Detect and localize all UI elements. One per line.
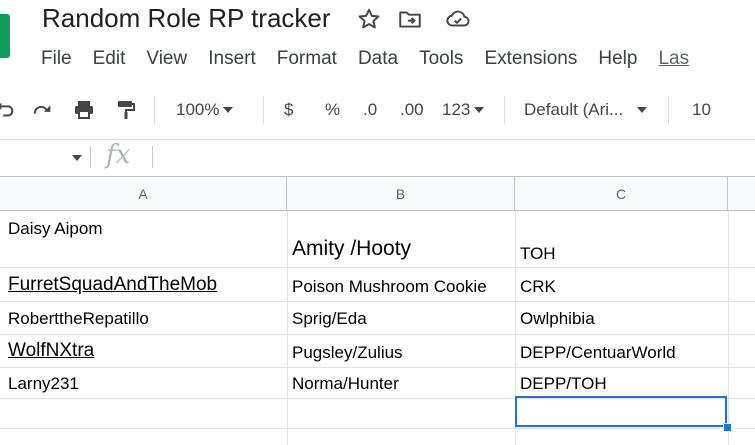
cell-a1[interactable]: Daisy Aipom bbox=[8, 219, 284, 239]
chevron-down-icon bbox=[474, 107, 485, 113]
chevron-down-icon bbox=[223, 107, 234, 113]
formula-bar-divider bbox=[90, 146, 91, 168]
menu-bar: File Edit View Insert Format Data Tools … bbox=[41, 46, 689, 72]
row-divider bbox=[0, 367, 755, 368]
last-edit-link[interactable]: Las bbox=[658, 46, 689, 72]
cell-a2[interactable]: FurretSquadAndTheMob bbox=[8, 274, 286, 296]
cell-a5[interactable]: Larny231 bbox=[8, 374, 284, 394]
menu-tools[interactable]: Tools bbox=[419, 46, 463, 72]
toolbar-divider bbox=[154, 96, 155, 124]
cell-b3[interactable]: Sprig/Eda bbox=[292, 309, 514, 329]
row-divider bbox=[0, 334, 755, 335]
zoom-select[interactable]: 100% bbox=[176, 88, 234, 132]
row-divider bbox=[0, 428, 755, 429]
increase-decimal-label: .00 bbox=[400, 100, 424, 119]
menu-view[interactable]: View bbox=[146, 46, 187, 72]
cell-c2[interactable]: CRK bbox=[520, 277, 726, 297]
percent-format-button[interactable]: % bbox=[325, 88, 340, 132]
cloud-saved-icon[interactable] bbox=[445, 6, 471, 32]
menu-data[interactable]: Data bbox=[358, 46, 398, 72]
font-size-input[interactable]: 10 bbox=[692, 88, 711, 132]
cell-c1[interactable]: TOH bbox=[520, 244, 726, 264]
menu-format[interactable]: Format bbox=[277, 46, 337, 72]
font-family-label: Default (Ari... bbox=[524, 100, 624, 119]
cell-b4[interactable]: Pugsley/Zulius bbox=[292, 343, 514, 363]
formula-bar-divider bbox=[152, 146, 153, 168]
menu-extensions[interactable]: Extensions bbox=[484, 46, 577, 72]
number-format-label: 123 bbox=[442, 100, 471, 119]
document-title[interactable]: Random Role RP tracker bbox=[42, 3, 331, 34]
sheets-logo[interactable] bbox=[0, 14, 10, 58]
cell-b5[interactable]: Norma/Hunter bbox=[292, 374, 514, 394]
currency-format-button[interactable]: $ bbox=[284, 88, 293, 132]
column-header-a[interactable]: A bbox=[0, 177, 287, 211]
column-header-b[interactable]: B bbox=[287, 177, 515, 211]
column-divider bbox=[287, 211, 288, 445]
menu-help[interactable]: Help bbox=[598, 46, 637, 72]
column-header-c[interactable]: C bbox=[515, 177, 728, 211]
name-box-dropdown-icon[interactable] bbox=[72, 155, 82, 161]
fx-icon: fx bbox=[106, 140, 131, 170]
cell-a4[interactable]: WolfNXtra bbox=[8, 340, 286, 362]
zoom-value: 100% bbox=[176, 100, 220, 119]
paint-format-icon[interactable] bbox=[114, 88, 138, 132]
cell-c3[interactable]: Owlphibia bbox=[520, 309, 726, 329]
undo-icon[interactable] bbox=[0, 88, 16, 132]
cell-b1[interactable]: Amity /Hooty bbox=[292, 237, 514, 261]
cell-a3[interactable]: RoberttheRepatillo bbox=[8, 309, 284, 329]
column-header-d[interactable] bbox=[728, 177, 755, 211]
column-divider bbox=[728, 211, 729, 445]
increase-decimal-button[interactable]: .00 bbox=[400, 88, 424, 132]
redo-icon[interactable] bbox=[30, 88, 56, 132]
decrease-decimal-label: .0 bbox=[363, 100, 378, 119]
menu-insert[interactable]: Insert bbox=[208, 46, 256, 72]
toolbar-divider bbox=[263, 96, 264, 124]
fill-handle[interactable] bbox=[723, 423, 732, 432]
cell-b2[interactable]: Poison Mushroom Cookie bbox=[292, 277, 514, 297]
menu-edit[interactable]: Edit bbox=[93, 46, 126, 72]
active-cell-selection[interactable] bbox=[515, 396, 727, 427]
decrease-decimal-button[interactable]: .0 bbox=[363, 88, 377, 132]
chevron-down-icon bbox=[637, 107, 648, 113]
menu-file[interactable]: File bbox=[41, 46, 72, 72]
move-to-folder-icon[interactable] bbox=[397, 6, 423, 32]
row-divider bbox=[0, 267, 755, 268]
toolbar: 100% $ % .0 .00 123 Default (Ari... 10 bbox=[0, 88, 755, 132]
number-format-select[interactable]: 123 bbox=[442, 88, 485, 132]
cell-c4[interactable]: DEPP/CentuarWorld bbox=[520, 343, 726, 363]
star-icon[interactable] bbox=[356, 6, 382, 32]
print-icon[interactable] bbox=[72, 88, 96, 132]
cell-c5[interactable]: DEPP/TOH bbox=[520, 374, 726, 394]
font-family-select[interactable]: Default (Ari... bbox=[524, 88, 648, 132]
toolbar-divider bbox=[504, 96, 505, 124]
toolbar-divider bbox=[668, 96, 669, 124]
row-divider bbox=[0, 301, 755, 302]
